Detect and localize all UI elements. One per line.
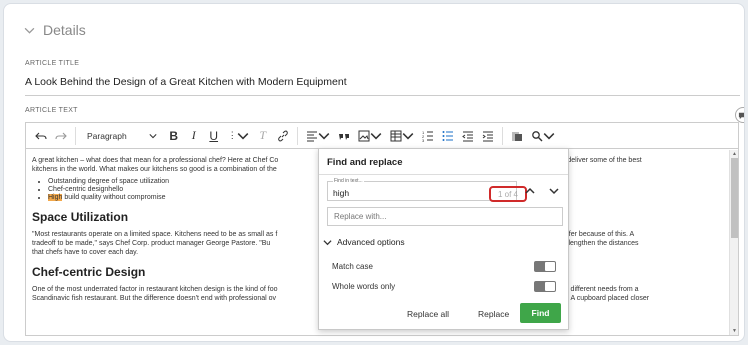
match-case-label: Match case bbox=[332, 262, 373, 271]
indent-button[interactable] bbox=[479, 126, 497, 146]
blockquote-button[interactable] bbox=[335, 126, 353, 146]
table-icon bbox=[390, 130, 402, 141]
chevron-down-icon bbox=[237, 132, 249, 140]
replace-all-button[interactable]: Replace all bbox=[407, 309, 449, 319]
undo-button[interactable] bbox=[32, 126, 50, 146]
toolbar-divider bbox=[296, 126, 298, 145]
underline-button[interactable]: U bbox=[205, 126, 223, 146]
previous-match-button[interactable] bbox=[522, 183, 538, 199]
bold-button[interactable]: B bbox=[165, 126, 183, 146]
align-left-icon bbox=[306, 130, 317, 142]
chevron-down-icon bbox=[402, 132, 414, 140]
bulleted-list-icon bbox=[442, 130, 453, 141]
heading-dropdown-label: Paragraph bbox=[87, 130, 127, 141]
text-run: A great kitchen – what does that mean fo… bbox=[32, 157, 279, 164]
toolbar-divider bbox=[75, 126, 76, 145]
comment-icon bbox=[738, 112, 744, 119]
chevron-down-icon bbox=[543, 132, 555, 140]
undo-icon bbox=[35, 132, 47, 139]
scroll-up-icon[interactable]: ▲ bbox=[732, 151, 737, 157]
paste-icon bbox=[511, 131, 522, 141]
indent-icon bbox=[482, 131, 493, 141]
chevron-down-icon bbox=[149, 133, 157, 138]
numbered-list-icon: 123 bbox=[422, 130, 433, 142]
find-input-label: Find in text... bbox=[333, 178, 364, 184]
chevron-down-icon bbox=[549, 188, 559, 195]
next-match-button[interactable] bbox=[546, 183, 562, 199]
dialog-divider bbox=[319, 174, 568, 175]
chevron-down-icon bbox=[318, 132, 330, 140]
dialog-title: Find and replace bbox=[327, 157, 403, 168]
svg-text:3: 3 bbox=[422, 138, 425, 142]
text-run: build quality without compromise bbox=[62, 194, 166, 201]
link-button[interactable] bbox=[274, 126, 292, 146]
redo-button[interactable] bbox=[52, 126, 70, 146]
outdent-icon bbox=[461, 131, 473, 141]
insert-table-button[interactable] bbox=[387, 126, 417, 146]
outdent-button[interactable] bbox=[459, 126, 477, 146]
text-run: "Most restaurants operate on a limited s… bbox=[32, 231, 278, 238]
chevron-up-icon bbox=[525, 187, 535, 194]
replace-input[interactable]: Replace with... bbox=[327, 207, 563, 226]
editor-toolbar: Paragraph B I U ⋮ T 123 bbox=[26, 123, 738, 149]
redo-icon bbox=[55, 132, 67, 139]
advanced-options-label: Advanced options bbox=[337, 237, 405, 247]
editor-scrollbar[interactable]: ▲ ▼ bbox=[729, 150, 738, 335]
more-icon: ⋮ bbox=[227, 130, 237, 140]
advanced-options-toggle[interactable]: Advanced options bbox=[323, 237, 405, 247]
more-formatting-button[interactable]: ⋮ bbox=[225, 126, 252, 146]
bulleted-list-button[interactable] bbox=[439, 126, 457, 146]
find-replace-dialog: Find and replace Find in text... high 1 … bbox=[318, 148, 569, 330]
scrollbar-thumb[interactable] bbox=[731, 158, 738, 238]
whole-words-label: Whole words only bbox=[332, 282, 396, 291]
text-run: Scandinavic fish restaurant. But the dif… bbox=[32, 295, 277, 302]
quote-icon bbox=[338, 133, 349, 140]
find-button[interactable]: Find bbox=[520, 303, 561, 323]
text-run: One of the most underrated factor in res… bbox=[32, 286, 278, 293]
chevron-down-icon bbox=[370, 132, 382, 140]
comments-button[interactable] bbox=[735, 107, 744, 123]
numbered-list-button[interactable]: 123 bbox=[419, 126, 437, 146]
image-icon bbox=[358, 130, 370, 141]
heading-dropdown[interactable]: Paragraph bbox=[81, 126, 163, 146]
details-label: Details bbox=[43, 22, 86, 38]
find-replace-button[interactable] bbox=[528, 126, 558, 146]
paste-button[interactable] bbox=[508, 126, 526, 146]
editor-page: Details ARTICLE TITLE A Look Behind the … bbox=[3, 3, 745, 342]
article-title-field[interactable]: A Look Behind the Design of a Great Kitc… bbox=[25, 76, 740, 96]
chevron-down-icon bbox=[24, 27, 35, 34]
match-case-switch[interactable] bbox=[534, 261, 556, 272]
link-icon bbox=[277, 129, 288, 142]
italic-button[interactable]: I bbox=[185, 126, 203, 146]
find-input[interactable]: Find in text... high 1 of 4 bbox=[327, 178, 527, 202]
align-button[interactable] bbox=[303, 126, 333, 146]
find-input-value: high bbox=[333, 188, 350, 198]
article-text-label: ARTICLE TEXT bbox=[25, 107, 78, 114]
search-highlight: High bbox=[48, 194, 63, 201]
insert-image-button[interactable] bbox=[355, 126, 385, 146]
text-run: tradeoff to be made," says Chef Corp. pr… bbox=[32, 240, 271, 247]
replace-button[interactable]: Replace bbox=[478, 309, 509, 319]
find-replace-icon bbox=[531, 130, 543, 141]
whole-words-switch[interactable] bbox=[534, 281, 556, 292]
remove-format-button[interactable]: T bbox=[254, 126, 272, 146]
article-title-label: ARTICLE TITLE bbox=[25, 60, 80, 67]
chevron-down-icon bbox=[323, 239, 332, 245]
details-toggle[interactable]: Details bbox=[24, 22, 86, 38]
toolbar-divider bbox=[501, 126, 503, 145]
scroll-down-icon[interactable]: ▼ bbox=[732, 328, 737, 334]
